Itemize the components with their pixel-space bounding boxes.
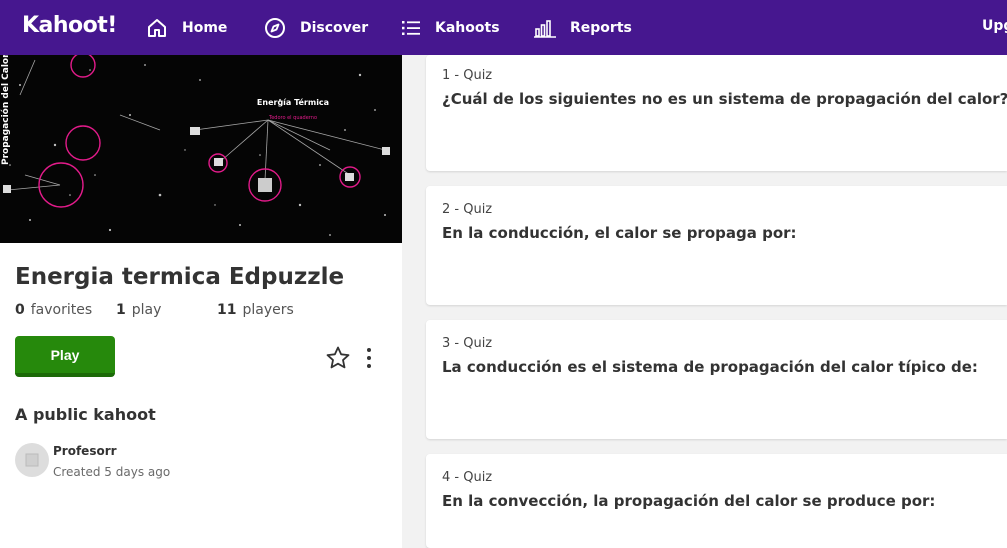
star-icon [326,346,350,369]
question-text: ¿Cuál de los siguientes no es un sistema… [442,90,1007,108]
question-text: En la conducción, el calor se propaga po… [442,224,797,242]
nav-reports[interactable]: Reports [534,14,632,42]
cover-artwork: Energía Térmica Tedoro el quaderno Propa… [0,55,402,243]
nav-home-label: Home [182,20,228,36]
nav-discover-label: Discover [300,20,369,36]
favorites-label: favorites [30,302,93,318]
created-date: Created 5 days ago [53,465,171,479]
nav-home[interactable]: Home [146,14,227,42]
avatar[interactable] [15,443,49,477]
compass-icon [265,18,285,38]
kahoot-title: Energia termica Edpuzzle [15,264,345,290]
question-card-4[interactable]: 4 - Quiz En la convección, la propagació… [426,454,1007,548]
players-stat: 11 players [217,302,294,318]
question-card-1[interactable]: 1 - Quiz ¿Cuál de los siguientes no es u… [426,55,1007,171]
question-number: 4 - Quiz [442,470,493,485]
cover-side-text: Propagación del Calor [0,55,11,165]
plays-count: 1 [116,302,126,318]
play-button[interactable]: Play [15,336,115,377]
favorites-count: 0 [15,302,25,318]
cover-image: Energía Térmica Tedoro el quaderno Propa… [0,55,402,243]
kahoot-logo[interactable]: Kahoot! [22,13,117,38]
visibility-label: A public kahoot [15,405,156,424]
players-count: 11 [217,302,237,318]
avatar-placeholder-icon [25,453,39,467]
bar-chart-icon [534,20,556,38]
nav-discover[interactable]: Discover [264,14,368,42]
question-number: 2 - Quiz [442,202,493,217]
players-label: players [242,302,294,318]
question-number: 1 - Quiz [442,68,493,83]
cover-subtitle: Tedoro el quaderno [268,115,317,121]
plays-label: play [131,302,162,318]
top-nav-bar: Kahoot! Home Discover Kahoots Reports Up [0,0,1007,55]
more-vertical-icon [367,348,371,368]
question-card-3[interactable]: 3 - Quiz La conducción es el sistema de … [426,320,1007,439]
nav-kahoots[interactable]: Kahoots [401,14,500,42]
nav-upgrade[interactable]: Upg [982,18,1007,34]
question-text: La conducción es el sistema de propagaci… [442,358,978,376]
author-name[interactable]: Profesorr [53,444,117,458]
nav-reports-label: Reports [570,20,632,36]
question-number: 3 - Quiz [442,336,493,351]
nav-kahoots-label: Kahoots [435,20,500,36]
plays-stat: 1 play [116,302,161,318]
question-card-2[interactable]: 2 - Quiz En la conducción, el calor se p… [426,186,1007,305]
favorite-button[interactable] [325,345,351,371]
home-icon [148,19,166,37]
kahoot-details-panel: Energía Térmica Tedoro el quaderno Propa… [0,55,402,548]
cover-title: Energía Térmica [257,97,329,107]
favorites-stat: 0 favorites [15,302,92,318]
more-options-button[interactable] [361,345,377,371]
question-text: En la convección, la propagación del cal… [442,492,936,510]
list-icon [402,21,420,35]
